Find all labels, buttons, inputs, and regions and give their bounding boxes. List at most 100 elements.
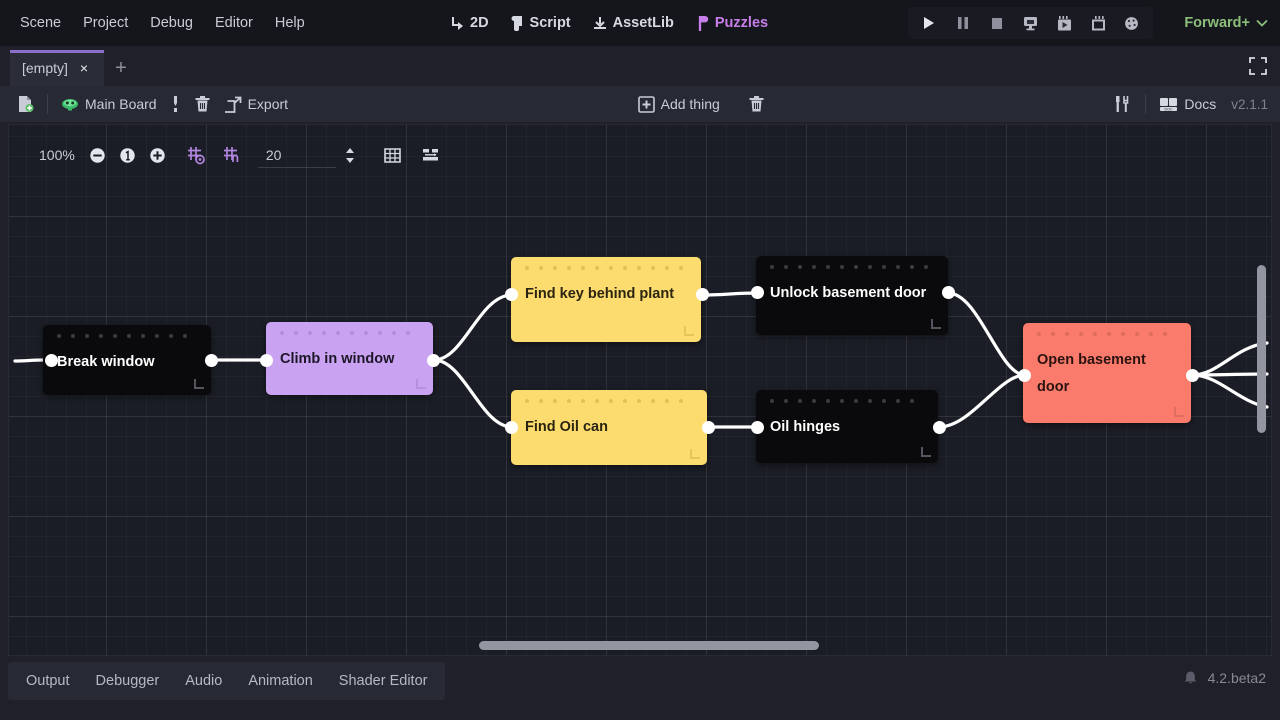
play-custom-scene-button[interactable] <box>1083 10 1113 36</box>
pause-project-button[interactable] <box>948 10 978 36</box>
graph-node-open-basement-door[interactable]: Open basement door <box>1023 323 1191 423</box>
remote-debug-button[interactable] <box>1015 10 1045 36</box>
menu-editor[interactable]: Editor <box>205 10 263 36</box>
menu-debug[interactable]: Debug <box>140 10 203 36</box>
port-break-window-out[interactable] <box>205 354 218 367</box>
port-climb-in-window-in[interactable] <box>260 354 273 367</box>
graph-vertical-scrollbar[interactable] <box>1257 265 1266 433</box>
node-drag-handle[interactable] <box>280 331 419 337</box>
port-find-key-out[interactable] <box>696 288 709 301</box>
snap-value-input[interactable]: 20 <box>257 142 336 168</box>
menu-scene[interactable]: Scene <box>10 10 71 36</box>
new-board-button[interactable] <box>10 91 41 117</box>
port-find-key-in[interactable] <box>505 288 518 301</box>
puzzle-graph-canvas[interactable]: 100% 20 Break window Climb in window Fin… <box>8 124 1272 656</box>
toggle-snap-button[interactable] <box>218 141 248 169</box>
docs-button[interactable]: DOC Docs <box>1152 92 1223 116</box>
node-drag-handle[interactable] <box>525 266 687 272</box>
menu-help[interactable]: Help <box>265 10 315 36</box>
node-resize-handle[interactable] <box>194 379 204 389</box>
node-resize-handle[interactable] <box>690 449 700 459</box>
close-icon[interactable]: × <box>76 60 92 76</box>
renderer-selector[interactable]: Forward+ <box>1184 0 1268 46</box>
mode-2d-label: 2D <box>470 15 489 31</box>
port-break-window-in[interactable] <box>45 354 58 367</box>
graph-node-unlock-basement-door[interactable]: Unlock basement door <box>756 256 948 335</box>
graph-node-oil-hinges[interactable]: Oil hinges <box>756 390 938 463</box>
port-open-basement-door-out[interactable] <box>1186 369 1199 382</box>
export-button[interactable]: Export <box>218 92 295 117</box>
puzzle-settings-button[interactable] <box>1107 91 1139 117</box>
arrange-nodes-button[interactable] <box>416 141 446 169</box>
movie-maker-button[interactable] <box>1117 10 1147 36</box>
node-resize-handle[interactable] <box>1174 407 1184 417</box>
port-find-oil-can-in[interactable] <box>505 421 518 434</box>
main-menu-items: Scene Project Debug Editor Help <box>0 10 315 36</box>
bottom-tab-audio[interactable]: Audio <box>173 667 234 695</box>
bottom-tab-animation[interactable]: Animation <box>236 667 324 695</box>
mode-script-button[interactable]: Script <box>502 10 580 36</box>
editor-mode-switcher: 2D Script AssetLib Puzzles <box>441 0 777 46</box>
scene-tab-empty[interactable]: [empty] × <box>10 50 104 86</box>
graph-node-find-oil-can[interactable]: Find Oil can <box>511 390 707 465</box>
node-title: Break window <box>57 354 155 370</box>
delete-thing-button[interactable] <box>741 91 772 117</box>
svg-text:DOC: DOC <box>1165 107 1173 111</box>
node-title: Unlock basement door <box>770 285 927 301</box>
bottom-tab-shader-editor[interactable]: Shader Editor <box>327 667 440 695</box>
port-unlock-out[interactable] <box>942 286 955 299</box>
mode-puzzles-button[interactable]: Puzzles <box>687 10 777 37</box>
playback-controls <box>908 7 1153 39</box>
port-climb-in-window-out[interactable] <box>427 354 440 367</box>
port-find-oil-can-out[interactable] <box>702 421 715 434</box>
delete-board-button[interactable] <box>187 91 218 117</box>
fullscreen-icon[interactable] <box>1248 56 1268 76</box>
board-selector-button[interactable]: Main Board <box>54 92 164 116</box>
port-unlock-in[interactable] <box>751 286 764 299</box>
bottom-tab-output[interactable]: Output <box>14 667 82 695</box>
graph-horizontal-scrollbar[interactable] <box>479 641 819 650</box>
rename-board-button[interactable] <box>164 91 187 117</box>
bell-icon[interactable] <box>1183 670 1198 686</box>
node-drag-handle[interactable] <box>1037 332 1177 338</box>
add-scene-tab-button[interactable]: + <box>104 50 138 86</box>
trash-icon <box>748 95 765 113</box>
node-drag-handle[interactable] <box>57 334 197 340</box>
zoom-in-button[interactable] <box>143 141 173 169</box>
node-drag-handle[interactable] <box>770 265 934 271</box>
plugin-version-label: v2.1.1 <box>1231 96 1269 112</box>
node-drag-handle[interactable] <box>525 399 693 405</box>
node-title: Open basement door <box>1037 352 1146 395</box>
stop-project-button[interactable] <box>982 10 1012 36</box>
port-oil-hinges-out[interactable] <box>933 421 946 434</box>
zoom-reset-button[interactable] <box>113 141 143 169</box>
snap-value-stepper[interactable] <box>338 142 362 168</box>
add-thing-button[interactable]: Add thing <box>631 92 727 117</box>
graph-node-find-key-behind-plant[interactable]: Find key behind plant <box>511 257 701 342</box>
play-project-button[interactable] <box>914 10 944 36</box>
zoom-out-button[interactable] <box>83 141 113 169</box>
bottom-tab-debugger[interactable]: Debugger <box>84 667 172 695</box>
mode-2d-button[interactable]: 2D <box>441 10 498 36</box>
scene-tab-bar: [empty] × + <box>0 46 1280 86</box>
mode-assetlib-button[interactable]: AssetLib <box>584 10 683 36</box>
assetlib-download-icon <box>593 16 607 31</box>
puzzles-key-icon <box>696 15 709 32</box>
toggle-grid-button[interactable] <box>182 141 212 169</box>
graph-node-climb-in-window[interactable]: Climb in window <box>266 322 433 395</box>
grid-snap-icon <box>223 146 242 165</box>
node-resize-handle[interactable] <box>684 326 694 336</box>
zoom-in-icon <box>149 147 166 164</box>
node-resize-handle[interactable] <box>931 319 941 329</box>
menu-project[interactable]: Project <box>73 10 138 36</box>
port-oil-hinges-in[interactable] <box>751 421 764 434</box>
node-resize-handle[interactable] <box>416 379 426 389</box>
port-open-basement-door-in[interactable] <box>1018 369 1031 382</box>
docs-book-icon: DOC <box>1159 96 1178 112</box>
node-drag-handle[interactable] <box>770 399 924 405</box>
play-current-scene-button[interactable] <box>1049 10 1079 36</box>
node-resize-handle[interactable] <box>921 447 931 457</box>
graph-node-break-window[interactable]: Break window <box>43 325 211 395</box>
grid-pattern-button[interactable] <box>378 141 408 169</box>
stop-icon <box>991 17 1003 30</box>
